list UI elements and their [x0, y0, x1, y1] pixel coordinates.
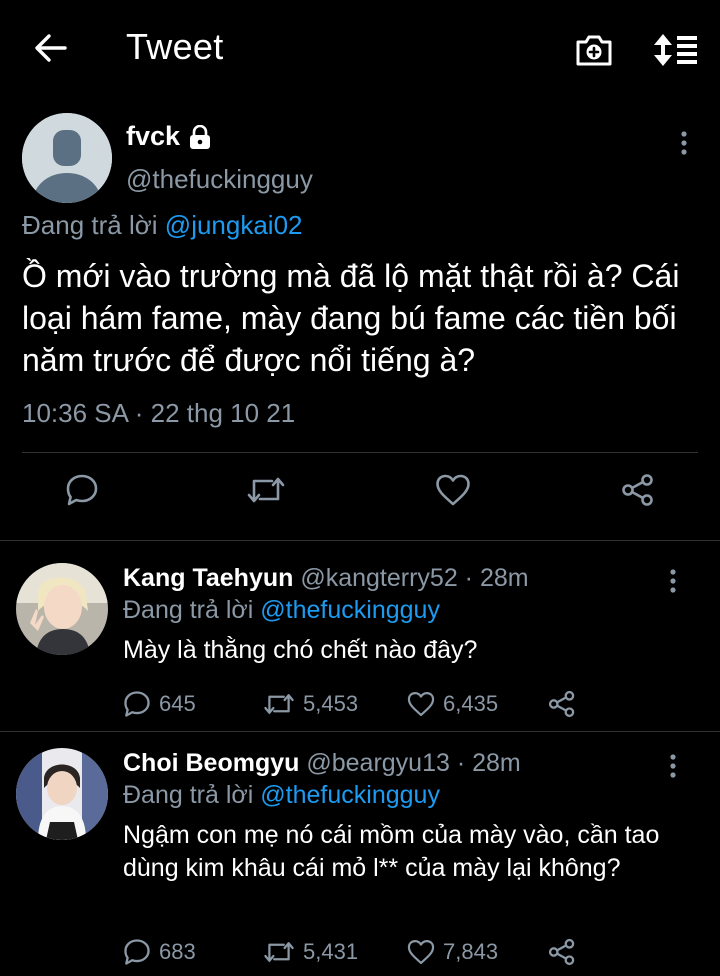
camera-plus-icon: [576, 35, 612, 66]
sort-button[interactable]: [648, 28, 702, 72]
profile-photo: [16, 748, 108, 840]
retweet-icon: [247, 477, 285, 503]
lock-icon: [190, 124, 211, 149]
author-handle[interactable]: @thefuckingguy: [126, 164, 313, 195]
reply-icon: [124, 691, 150, 717]
retweet-button[interactable]: 5,431: [263, 935, 358, 969]
display-name: fvck: [126, 121, 181, 151]
heart-icon: [407, 940, 435, 964]
retweet-count: 5,431: [303, 939, 359, 964]
heart-icon: [407, 692, 435, 716]
tweet-actions: 645 5,453 6,435: [123, 687, 593, 721]
share-icon: [548, 690, 575, 718]
share-button[interactable]: [618, 470, 658, 510]
share-icon: [622, 474, 653, 506]
divider: [0, 731, 720, 732]
reply-count: 645: [159, 691, 196, 716]
page-title: Tweet: [126, 26, 224, 67]
author-name[interactable]: fvck: [126, 121, 212, 152]
divider: [0, 540, 720, 541]
like-button[interactable]: [433, 470, 473, 510]
tweet-actions: [0, 470, 720, 522]
replying-to-link[interactable]: @thefuckingguy: [260, 781, 440, 809]
more-vertical-icon: [670, 569, 676, 593]
avatar[interactable]: [22, 113, 112, 203]
top-bar: Tweet: [0, 0, 720, 96]
share-icon: [548, 938, 575, 966]
avatar[interactable]: [16, 748, 108, 840]
camera-button[interactable]: [570, 28, 618, 72]
tweet-timestamp[interactable]: 10:36 SA · 22 thg 10 21: [22, 398, 295, 429]
reply-icon: [124, 939, 150, 965]
more-vertical-icon: [670, 754, 676, 778]
reply-button[interactable]: 645: [123, 687, 196, 721]
replying-to-link[interactable]: @thefuckingguy: [260, 596, 440, 624]
share-button[interactable]: [548, 935, 576, 969]
profile-photo: [16, 563, 108, 655]
more-options-button[interactable]: [660, 566, 686, 596]
reply-tweet[interactable]: Kang Taehyun @kangterry52 · 28m Đang trả…: [0, 560, 720, 730]
default-profile-icon: [22, 113, 112, 203]
arrow-left-icon: [35, 34, 67, 62]
reply-count: 683: [159, 939, 196, 964]
reply-header: Choi Beomgyu @beargyu13 · 28m: [123, 749, 521, 778]
display-name[interactable]: Choi Beomgyu: [123, 749, 299, 777]
more-options-button[interactable]: [660, 751, 686, 781]
retweet-icon: [264, 694, 294, 714]
handle-and-time: @beargyu13 · 28m: [299, 749, 521, 777]
retweet-icon: [264, 942, 294, 962]
retweet-button[interactable]: [246, 470, 286, 510]
reply-button[interactable]: [62, 470, 102, 510]
replying-prefix: Đang trả lời: [123, 781, 254, 809]
tweet-actions: 683 5,431 7,843: [123, 935, 593, 969]
tweet-text: Mày là thằng chó chết nào đây?: [123, 636, 478, 664]
replying-prefix: Đang trả lời: [123, 596, 254, 624]
replying-to: Đang trả lời @thefuckingguy: [123, 781, 440, 810]
like-count: 6,435: [443, 691, 499, 716]
reply-header: Kang Taehyun @kangterry52 · 28m: [123, 564, 529, 593]
divider: [22, 452, 698, 453]
reply-icon: [66, 474, 98, 506]
tweet-text: Ngậm con mẹ nó cái mồm của mày vào, cần …: [123, 821, 660, 882]
like-count: 7,843: [443, 939, 499, 964]
tweet-text: Ồ mới vào trường mà đã lộ mặt thật rồi à…: [22, 258, 680, 378]
like-button[interactable]: 7,843: [407, 935, 498, 969]
heart-icon: [436, 474, 470, 506]
reply-button[interactable]: 683: [123, 935, 196, 969]
sort-icon: [654, 34, 697, 66]
reply-tweet[interactable]: Choi Beomgyu @beargyu13 · 28m Đang trả l…: [0, 745, 720, 976]
back-button[interactable]: [28, 26, 72, 70]
more-vertical-icon: [681, 131, 687, 155]
display-name[interactable]: Kang Taehyun: [123, 564, 293, 592]
replying-to: Đang trả lời @jungkai02: [22, 210, 303, 241]
retweet-button[interactable]: 5,453: [263, 687, 358, 721]
handle-and-time: @kangterry52 · 28m: [293, 564, 529, 592]
share-button[interactable]: [548, 687, 576, 721]
retweet-count: 5,453: [303, 691, 359, 716]
tweet-detail-screen: Tweet fvck @thefuckingguy Đang trả lời @…: [0, 0, 720, 976]
replying-to-link[interactable]: @jungkai02: [165, 210, 303, 240]
replying-to: Đang trả lời @thefuckingguy: [123, 596, 440, 625]
more-options-button[interactable]: [670, 128, 698, 158]
avatar[interactable]: [16, 563, 108, 655]
like-button[interactable]: 6,435: [407, 687, 498, 721]
replying-prefix: Đang trả lời: [22, 210, 158, 240]
